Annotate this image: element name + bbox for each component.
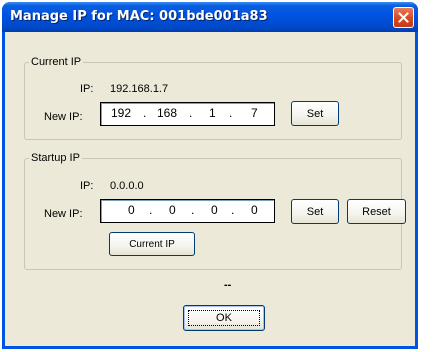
ok-label: OK — [216, 312, 232, 324]
current-ip-label: IP: — [80, 83, 94, 95]
ip-dot: . — [143, 106, 147, 120]
current-ip-legend: Current IP — [31, 56, 82, 68]
ip-dot: . — [229, 106, 233, 120]
ip-octet[interactable]: 0 — [169, 203, 176, 217]
ip-octet[interactable]: 0 — [128, 203, 135, 217]
current-new-ip-label: New IP: — [44, 111, 83, 123]
ip-octet[interactable]: 168 — [157, 106, 177, 120]
current-ip-button[interactable]: Current IP — [109, 232, 195, 256]
ok-button[interactable]: OK — [183, 305, 265, 331]
ip-octet[interactable]: 192 — [111, 106, 131, 120]
current-ip-group: Current IP — [24, 56, 402, 140]
current-ip-value: 192.168.1.7 — [110, 83, 169, 95]
ip-octet[interactable]: 7 — [251, 106, 258, 120]
title-bar[interactable]: Manage IP for MAC: 001bde001a83 — [2, 2, 418, 32]
ip-dot: . — [189, 106, 193, 120]
window-title: Manage IP for MAC: 001bde001a83 — [10, 9, 268, 24]
startup-ip-label: IP: — [80, 180, 94, 192]
close-button[interactable] — [393, 7, 414, 28]
startup-new-ip-field[interactable]: 0 . 0 . 0 . 0 — [100, 199, 275, 223]
startup-ip-value: 0.0.0.0 — [110, 180, 144, 192]
current-new-ip-field[interactable]: 192 . 168 . 1 . 7 — [100, 102, 275, 126]
current-set-button[interactable]: Set — [291, 101, 339, 126]
startup-ip-legend: Startup IP — [31, 152, 80, 164]
ip-octet[interactable]: 1 — [209, 106, 216, 120]
reset-button[interactable]: Reset — [347, 199, 406, 224]
dialog-window: Manage IP for MAC: 001bde001a83 Current … — [2, 2, 418, 349]
startup-new-ip-label: New IP: — [44, 208, 83, 220]
ip-dot: . — [231, 203, 235, 217]
ip-dot: . — [149, 203, 153, 217]
ip-dot: . — [191, 203, 195, 217]
close-icon — [398, 12, 409, 23]
status-text: -- — [224, 279, 232, 291]
ip-octet[interactable]: 0 — [211, 203, 218, 217]
startup-set-button[interactable]: Set — [291, 199, 339, 224]
ip-octet[interactable]: 0 — [251, 203, 258, 217]
